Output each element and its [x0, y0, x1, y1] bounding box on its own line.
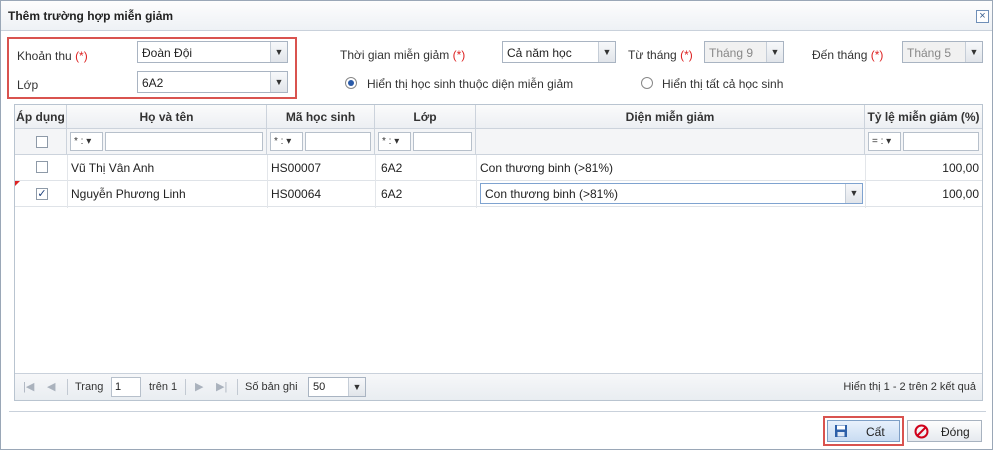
- prev-page-icon[interactable]: ◀: [47, 380, 55, 393]
- col-dien-mien-giam[interactable]: Diện miễn giảm: [476, 105, 865, 129]
- dialog-titlebar: Thêm trường hợp miễn giảm ×: [1, 1, 992, 31]
- cell-ty-le: 100,00: [942, 161, 979, 175]
- radio-mien-giam-label: Hiển thị học sinh thuộc diện miễn giảm: [367, 77, 574, 91]
- col-ho-ten[interactable]: Họ và tên: [67, 105, 267, 129]
- thoi-gian-label: Thời gian miễn giảm (*): [340, 48, 466, 62]
- cell-ty-le: 100,00: [942, 187, 979, 201]
- row-checkbox[interactable]: ✓: [36, 188, 48, 200]
- last-page-icon[interactable]: ▶|: [216, 380, 227, 393]
- thoi-gian-select[interactable]: Cả năm học ▼: [502, 41, 616, 63]
- save-button[interactable]: Cất: [827, 420, 900, 442]
- lop-value: 6A2: [142, 76, 164, 90]
- table-row[interactable]: Vũ Thị Vân Anh HS00007 6A2 Con thương bi…: [15, 155, 982, 181]
- col-ap-dung[interactable]: Áp dụng: [15, 105, 67, 129]
- filter-operator-button[interactable]: * : ▾: [378, 132, 411, 151]
- filter-lop-input[interactable]: [413, 132, 472, 151]
- tu-thang-select: Tháng 9 ▼: [704, 41, 784, 63]
- filter-ho-ten: * : ▾: [67, 129, 267, 155]
- khoan-thu-label: Khoản thu (*): [17, 49, 88, 63]
- den-thang-value: Tháng 5: [907, 46, 952, 60]
- next-page-icon[interactable]: ▶: [195, 380, 203, 393]
- chevron-down-icon: ▼: [965, 42, 982, 62]
- save-button-label: Cất: [866, 425, 885, 439]
- dien-mien-giam-value: Con thương binh (>81%): [485, 187, 618, 201]
- cell-ho-ten: Vũ Thị Vân Anh: [71, 161, 155, 175]
- select-all-checkbox[interactable]: [36, 136, 48, 148]
- radio-tat-ca-label: Hiển thị tất cả học sinh: [662, 77, 784, 91]
- records-value: 50: [313, 381, 326, 393]
- chevron-down-icon: ▼: [766, 42, 783, 62]
- filter-ho-ten-input[interactable]: [105, 132, 263, 151]
- cell-lop: 6A2: [381, 187, 403, 201]
- first-page-icon[interactable]: |◀: [23, 380, 34, 393]
- filter-operator-button[interactable]: * : ▾: [70, 132, 103, 151]
- filter-lop: * : ▾: [375, 129, 476, 155]
- lop-select[interactable]: 6A2 ▼: [137, 71, 288, 93]
- footer-divider: [9, 411, 986, 412]
- chevron-down-icon: ▼: [845, 184, 862, 203]
- filter-operator-button[interactable]: * : ▾: [270, 132, 303, 151]
- dialog-title: Thêm trường hợp miễn giảm: [8, 9, 174, 23]
- filter-ty-le: = : ▾: [865, 129, 982, 155]
- dialog-window: Thêm trường hợp miễn giảm × Khoản thu (*…: [0, 0, 993, 450]
- tu-thang-value: Tháng 9: [709, 46, 754, 60]
- col-ty-le[interactable]: Tỷ lệ miễn giảm (%): [865, 105, 982, 129]
- den-thang-label: Đến tháng (*): [812, 48, 884, 62]
- filter-operator-button[interactable]: = : ▾: [868, 132, 901, 151]
- lop-label: Lớp: [17, 78, 39, 92]
- page-input[interactable]: 1: [111, 377, 141, 397]
- cell-ma-hs: HS00007: [271, 161, 322, 175]
- khoan-thu-value: Đoàn Đội: [142, 46, 193, 60]
- close-button[interactable]: Đóng: [907, 420, 982, 442]
- page-label: Trang: [75, 381, 104, 393]
- col-ma-hs[interactable]: Mã học sinh: [267, 105, 375, 129]
- filter-ap-dung: [15, 129, 67, 155]
- radio-tat-ca[interactable]: [641, 77, 653, 89]
- close-button-label: Đóng: [941, 425, 970, 439]
- filter-ty-le-input[interactable]: [903, 132, 979, 151]
- pager: |◀ ◀ Trang 1 trên 1 ▶ ▶| Số bản ghi 50 ▼…: [15, 373, 982, 400]
- chevron-down-icon: ▼: [270, 42, 287, 62]
- records-label: Số bản ghi: [245, 381, 298, 393]
- radio-mien-giam[interactable]: [345, 77, 357, 89]
- dirty-marker: [15, 181, 20, 186]
- filter-ma-hs: * : ▾: [267, 129, 375, 155]
- thoi-gian-value: Cả năm học: [507, 46, 572, 60]
- filter-dien: [476, 129, 865, 155]
- chevron-down-icon: ▼: [598, 42, 615, 62]
- khoan-thu-select[interactable]: Đoàn Đội ▼: [137, 41, 288, 63]
- close-icon[interactable]: ×: [976, 10, 989, 23]
- cancel-icon: [914, 424, 929, 442]
- chevron-down-icon: ▼: [348, 378, 365, 396]
- pager-summary: Hiển thị 1 - 2 trên 2 kết quả: [843, 381, 976, 393]
- cell-dien: Con thương binh (>81%): [480, 161, 613, 175]
- cell-ma-hs: HS00064: [271, 187, 322, 201]
- save-icon: [834, 424, 848, 441]
- table-row[interactable]: ✓ Nguyễn Phương Linh HS00064 6A2 Con thư…: [15, 181, 982, 207]
- dien-mien-giam-select[interactable]: Con thương binh (>81%) ▼: [480, 183, 863, 204]
- cell-lop: 6A2: [381, 161, 403, 175]
- cell-ho-ten: Nguyễn Phương Linh: [71, 187, 186, 201]
- chevron-down-icon: ▼: [270, 72, 287, 92]
- students-grid: Áp dụng Họ và tên Mã học sinh Lớp Diện m…: [14, 104, 983, 401]
- records-select[interactable]: 50 ▼: [308, 377, 366, 397]
- col-lop[interactable]: Lớp: [375, 105, 476, 129]
- den-thang-select: Tháng 5 ▼: [902, 41, 983, 63]
- page-total: trên 1: [149, 381, 178, 393]
- row-checkbox[interactable]: [36, 161, 48, 173]
- filter-ma-hs-input[interactable]: [305, 132, 371, 151]
- tu-thang-label: Từ tháng (*): [628, 48, 693, 62]
